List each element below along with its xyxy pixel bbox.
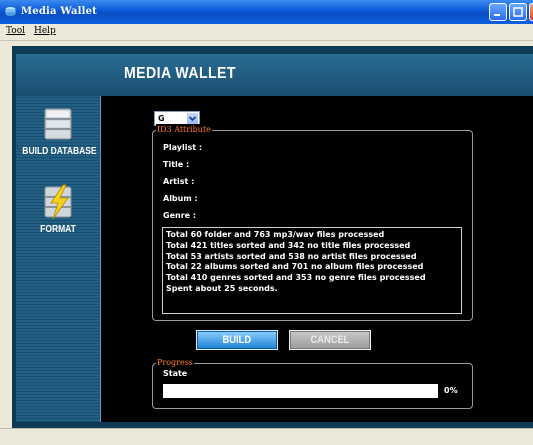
progress-percent: 0% <box>444 386 458 395</box>
log-line: Total 410 genres sorted and 353 no genre… <box>166 273 426 283</box>
database-lightning-icon <box>44 184 72 220</box>
cancel-button[interactable]: CANCEL <box>289 330 371 350</box>
window-title: Media Wallet <box>21 6 98 17</box>
log-line: Total 53 artists sorted and 538 no artis… <box>166 251 417 261</box>
maximize-icon <box>513 7 523 17</box>
state-label: State <box>163 369 188 378</box>
sidebar-item-format[interactable]: FORMAT <box>16 184 100 235</box>
minimize-icon <box>494 14 500 16</box>
genre-label: Genre : <box>163 211 197 220</box>
playlist-label: Playlist : <box>163 143 203 152</box>
app-icon <box>5 7 16 16</box>
id3-attribute-legend: ID3 Attribute <box>156 124 212 135</box>
log-line: Spent about 25 seconds. <box>166 283 278 293</box>
sidebar: BUILD DATABASE FORMAT <box>16 96 101 422</box>
database-icon <box>44 108 72 140</box>
menu-item-help[interactable]: Help <box>34 26 56 36</box>
artist-label: Artist : <box>163 177 195 186</box>
status-bar <box>0 428 533 445</box>
app-header: MEDIA WALLET <box>16 54 533 96</box>
maximize-button[interactable] <box>509 3 527 21</box>
sidebar-item-build-database[interactable]: BUILD DATABASE <box>16 106 100 157</box>
processing-log[interactable]: Total 60 folder and 763 mp3/wav files pr… <box>162 227 462 314</box>
album-label: Album : <box>163 194 198 203</box>
close-button[interactable] <box>529 3 533 21</box>
cancel-button-label: CANCEL <box>310 334 350 346</box>
title-bar: Media Wallet <box>0 0 533 24</box>
log-line: Total 22 albums sorted and 701 no album … <box>166 262 424 272</box>
log-line: Total 421 titles sorted and 342 no title… <box>166 240 411 250</box>
build-button[interactable]: BUILD <box>196 330 278 350</box>
sidebar-item-label: FORMAT <box>40 224 76 235</box>
menu-item-tool[interactable]: Tool <box>6 26 25 36</box>
menu-bar: Tool Help <box>0 24 533 41</box>
minimize-button[interactable] <box>489 3 507 21</box>
progress-legend: Progress <box>156 357 194 368</box>
build-button-label: BUILD <box>222 334 252 346</box>
sidebar-item-label: BUILD DATABASE <box>22 146 97 157</box>
progress-bar <box>163 384 438 398</box>
chevron-down-icon[interactable] <box>187 113 198 124</box>
brand-title: MEDIA WALLET <box>124 65 236 82</box>
log-line: Total 60 folder and 763 mp3/wav files pr… <box>166 230 385 239</box>
title-label: Title : <box>163 160 190 169</box>
